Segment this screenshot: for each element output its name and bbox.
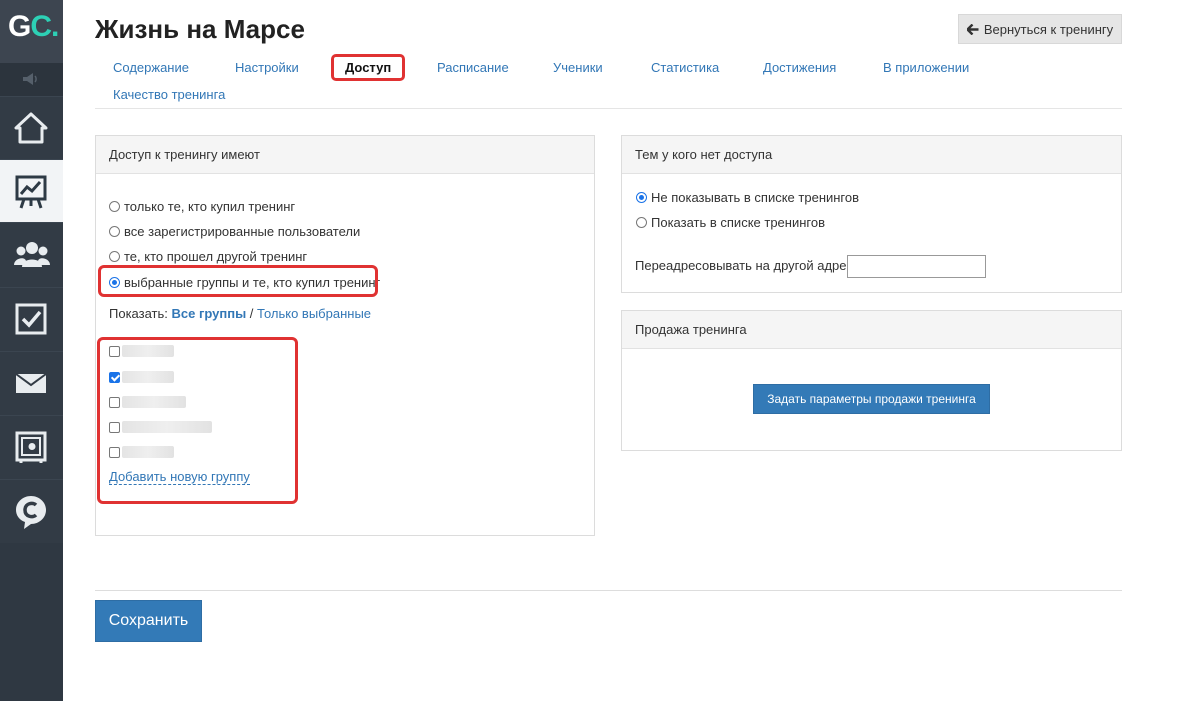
back-button-label: Вернуться к тренингу <box>983 21 1114 37</box>
getcourse-logo[interactable]: GC. <box>0 0 63 63</box>
access-option-bought[interactable]: только те, кто купил тренинг <box>109 199 295 214</box>
tab-access-highlight <box>331 54 405 81</box>
back-to-training-button[interactable]: Вернуться к тренингу <box>958 14 1122 44</box>
sale-panel: Продажа тренинга <box>621 310 1122 451</box>
tab-students[interactable]: Ученики <box>553 60 603 75</box>
no-access-panel-title: Тем у кого нет доступа <box>622 136 1121 174</box>
radio-show-label: Показать в списке тренингов <box>651 215 825 230</box>
tab-settings[interactable]: Настройки <box>235 60 299 75</box>
sidebar-item-finance[interactable] <box>0 415 63 478</box>
speaker-icon <box>23 73 37 85</box>
radio-show[interactable] <box>636 217 647 228</box>
sidebar: GC. <box>0 0 63 701</box>
tab-statistics[interactable]: Статистика <box>651 60 719 75</box>
radio-registered-label: все зарегистрированные пользователи <box>124 224 361 239</box>
sidebar-empty-area <box>0 543 63 701</box>
footer-divider <box>95 590 1122 591</box>
radio-hide-label: Не показывать в списке тренингов <box>651 190 860 205</box>
radio-registered[interactable] <box>109 226 120 237</box>
sidebar-item-trainings[interactable] <box>0 159 63 222</box>
show-selected-link[interactable]: Только выбранные <box>257 306 371 321</box>
arrow-left-icon <box>966 23 979 35</box>
mail-icon <box>15 373 47 393</box>
show-filter-separator: / <box>246 306 258 321</box>
radio-hide[interactable] <box>636 192 647 203</box>
tab-schedule[interactable]: Расписание <box>437 60 509 75</box>
sidebar-item-chat[interactable] <box>0 479 63 542</box>
show-filter: Показать: Все группы / Только выбранные <box>109 306 371 321</box>
show-all-groups-link[interactable]: Все группы <box>172 306 247 321</box>
logo-text: GC. <box>8 10 59 43</box>
tab-training-quality[interactable]: Качество тренинга <box>113 87 225 102</box>
home-icon <box>14 112 48 144</box>
sidebar-item-tasks[interactable] <box>0 287 63 350</box>
redirect-url-input[interactable] <box>847 255 986 278</box>
safe-icon <box>15 431 47 463</box>
radio-bought-label: только те, кто купил тренинг <box>124 199 296 214</box>
tab-in-app[interactable]: В приложении <box>883 60 969 75</box>
tab-content[interactable]: Содержание <box>113 60 189 75</box>
sale-settings-button[interactable]: Задать параметры продажи тренинга <box>753 384 990 414</box>
sidebar-item-users[interactable] <box>0 222 63 285</box>
tab-achievements[interactable]: Достижения <box>763 60 836 75</box>
redirect-label: Переадресовывать на другой адрес <box>635 258 854 273</box>
notifications-toggle[interactable] <box>0 63 63 96</box>
groups-list-highlight <box>97 337 298 504</box>
groups-option-highlight <box>98 265 378 297</box>
radio-bought[interactable] <box>109 201 120 212</box>
page-title: Жизнь на Марсе <box>95 14 305 44</box>
access-panel-title: Доступ к тренингу имеют <box>96 136 594 174</box>
save-button[interactable]: Сохранить <box>95 600 202 642</box>
tasks-checkbox-icon <box>15 303 47 335</box>
no-access-option-hide[interactable]: Не показывать в списке тренингов <box>636 190 859 205</box>
access-option-other-training[interactable]: те, кто прошел другой тренинг <box>109 249 307 264</box>
radio-other-training[interactable] <box>109 251 120 262</box>
users-icon <box>14 242 50 267</box>
tabs-divider <box>95 108 1122 109</box>
sale-panel-title: Продажа тренинга <box>622 311 1121 349</box>
sidebar-item-messages[interactable] <box>0 351 63 414</box>
access-option-registered[interactable]: все зарегистрированные пользователи <box>109 224 360 239</box>
show-filter-label: Показать: <box>109 306 168 321</box>
chat-c-icon <box>16 496 46 529</box>
training-chart-icon <box>15 175 47 209</box>
radio-other-training-label: те, кто прошел другой тренинг <box>124 249 308 264</box>
no-access-option-show[interactable]: Показать в списке тренингов <box>636 215 825 230</box>
sidebar-item-home[interactable] <box>0 96 63 159</box>
